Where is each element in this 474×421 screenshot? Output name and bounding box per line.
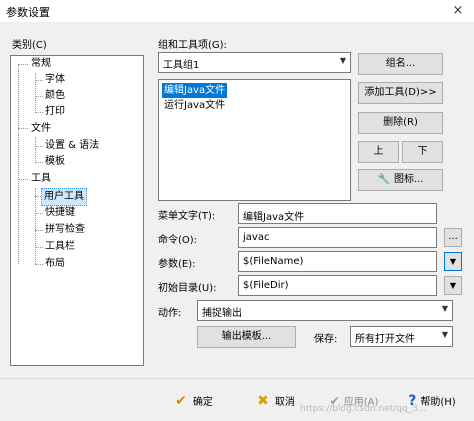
command-input[interactable]: javac [238, 227, 437, 248]
tree-connector [35, 162, 43, 163]
close-icon: ✖ [257, 393, 269, 409]
delete-button-label: 删除(R) [383, 117, 418, 128]
args-value: $(FileName) [243, 256, 304, 267]
tree-branch-line [35, 73, 36, 113]
icon-button[interactable]: 🔧 图标... [358, 169, 443, 191]
tree-item-general[interactable]: 常规 [29, 56, 53, 72]
move-up-button[interactable]: 上 [358, 141, 399, 163]
title-bar [0, 0, 474, 22]
initdir-label: 初始目录(U): [158, 283, 217, 294]
tree-item-tools[interactable]: 工具 [29, 171, 53, 187]
tree-connector [35, 230, 43, 231]
chevron-down-icon: ▼ [441, 304, 448, 313]
move-up-button-label: 上 [373, 146, 384, 157]
category-tree[interactable]: 常规 字体 颜色 打印 文件 设置 & 语法 模板 工具 用户工具 快捷键 拼写… [10, 55, 144, 366]
save-select[interactable]: 所有打开文件 ▼ [350, 326, 453, 347]
save-select-value: 所有打开文件 [355, 334, 415, 345]
tree-connector [35, 112, 43, 113]
tool-list[interactable]: 编辑Java文件 运行Java文件 [158, 79, 351, 201]
add-tool-button[interactable]: 添加工具(D)>> [358, 82, 443, 104]
tree-item-color[interactable]: 颜色 [43, 88, 67, 104]
window-title: 参数设置 [6, 6, 50, 19]
ok-button-label: 确定 [192, 397, 213, 408]
output-template-button-label: 输出模板... [221, 331, 272, 342]
chevron-down-icon: ▼ [441, 330, 448, 339]
cancel-button-label: 取消 [274, 397, 295, 408]
browse-button[interactable]: ... [444, 228, 462, 247]
icon-button-label: 图标... [393, 174, 424, 185]
check-icon: ✔ [175, 393, 187, 409]
group-label: 组和工具项(G): [158, 40, 227, 51]
move-down-button[interactable]: 下 [402, 141, 443, 163]
tree-item-shortcuts[interactable]: 快捷键 [43, 205, 77, 221]
chevron-down-icon: ▼ [339, 56, 346, 65]
tree-item-layout[interactable]: 布局 [43, 256, 67, 272]
ok-button[interactable]: ✔ 确定 [158, 388, 230, 414]
initdir-value: $(FileDir) [243, 280, 289, 291]
action-label: 动作: [158, 308, 182, 319]
group-select-value: 工具组1 [163, 60, 200, 71]
wrench-icon: 🔧 [377, 174, 390, 185]
browse-button-label: ... [448, 231, 458, 242]
move-down-button-label: 下 [417, 146, 428, 157]
tree-item-file[interactable]: 文件 [29, 121, 53, 137]
tree-connector [35, 264, 43, 265]
menu-text-label: 菜单文字(T): [158, 211, 216, 222]
group-select[interactable]: 工具组1 ▼ [158, 52, 351, 73]
menu-text-value: 编辑Java文件 [243, 212, 305, 223]
tree-connector [18, 64, 28, 65]
tree-branch-line [35, 137, 36, 163]
list-item[interactable]: 编辑Java文件 [162, 83, 228, 98]
delete-button[interactable]: 删除(R) [358, 112, 443, 134]
tree-connector [35, 247, 43, 248]
args-dropdown-button[interactable]: ▼ [444, 252, 462, 271]
group-name-button-label: 组名... [385, 58, 416, 69]
close-icon[interactable]: × [448, 2, 468, 20]
tree-connector [18, 128, 28, 129]
group-name-button[interactable]: 组名... [358, 53, 443, 75]
list-item[interactable]: 运行Java文件 [162, 98, 227, 113]
tree-item-settings-syntax[interactable]: 设置 & 语法 [43, 138, 101, 154]
tree-root-line [18, 64, 19, 264]
tree-item-spellcheck[interactable]: 拼写检查 [43, 222, 87, 238]
initdir-input[interactable]: $(FileDir) [238, 275, 437, 296]
initdir-dropdown-button[interactable]: ▼ [444, 276, 462, 295]
tree-item-print[interactable]: 打印 [43, 104, 67, 120]
save-label: 保存: [314, 334, 338, 345]
tree-connector [35, 80, 43, 81]
tree-item-font[interactable]: 字体 [43, 72, 67, 88]
menu-text-input[interactable]: 编辑Java文件 [238, 203, 437, 224]
tree-connector [35, 213, 43, 214]
command-value: javac [243, 232, 270, 243]
chevron-down-icon: ▼ [449, 257, 457, 266]
tree-branch-line [35, 188, 36, 264]
tree-item-user-tools[interactable]: 用户工具 [41, 188, 87, 206]
add-tool-button-label: 添加工具(D)>> [364, 87, 437, 98]
footer-divider [0, 378, 474, 379]
command-label: 命令(O): [158, 235, 198, 246]
category-label: 类别(C) [12, 40, 47, 51]
tree-connector [18, 179, 28, 180]
tree-connector [35, 96, 43, 97]
watermark: https://blog.csdn.net/qq_3... [300, 404, 427, 414]
args-label: 参数(E): [158, 259, 196, 270]
action-select-value: 捕捉输出 [202, 308, 242, 319]
action-select[interactable]: 捕捉输出 ▼ [197, 300, 453, 321]
tree-item-template[interactable]: 模板 [43, 154, 67, 170]
chevron-down-icon: ▼ [449, 281, 457, 290]
output-template-button[interactable]: 输出模板... [197, 326, 296, 348]
args-input[interactable]: $(FileName) [238, 251, 437, 272]
tree-item-toolbar[interactable]: 工具栏 [43, 239, 77, 255]
tree-connector [35, 146, 43, 147]
